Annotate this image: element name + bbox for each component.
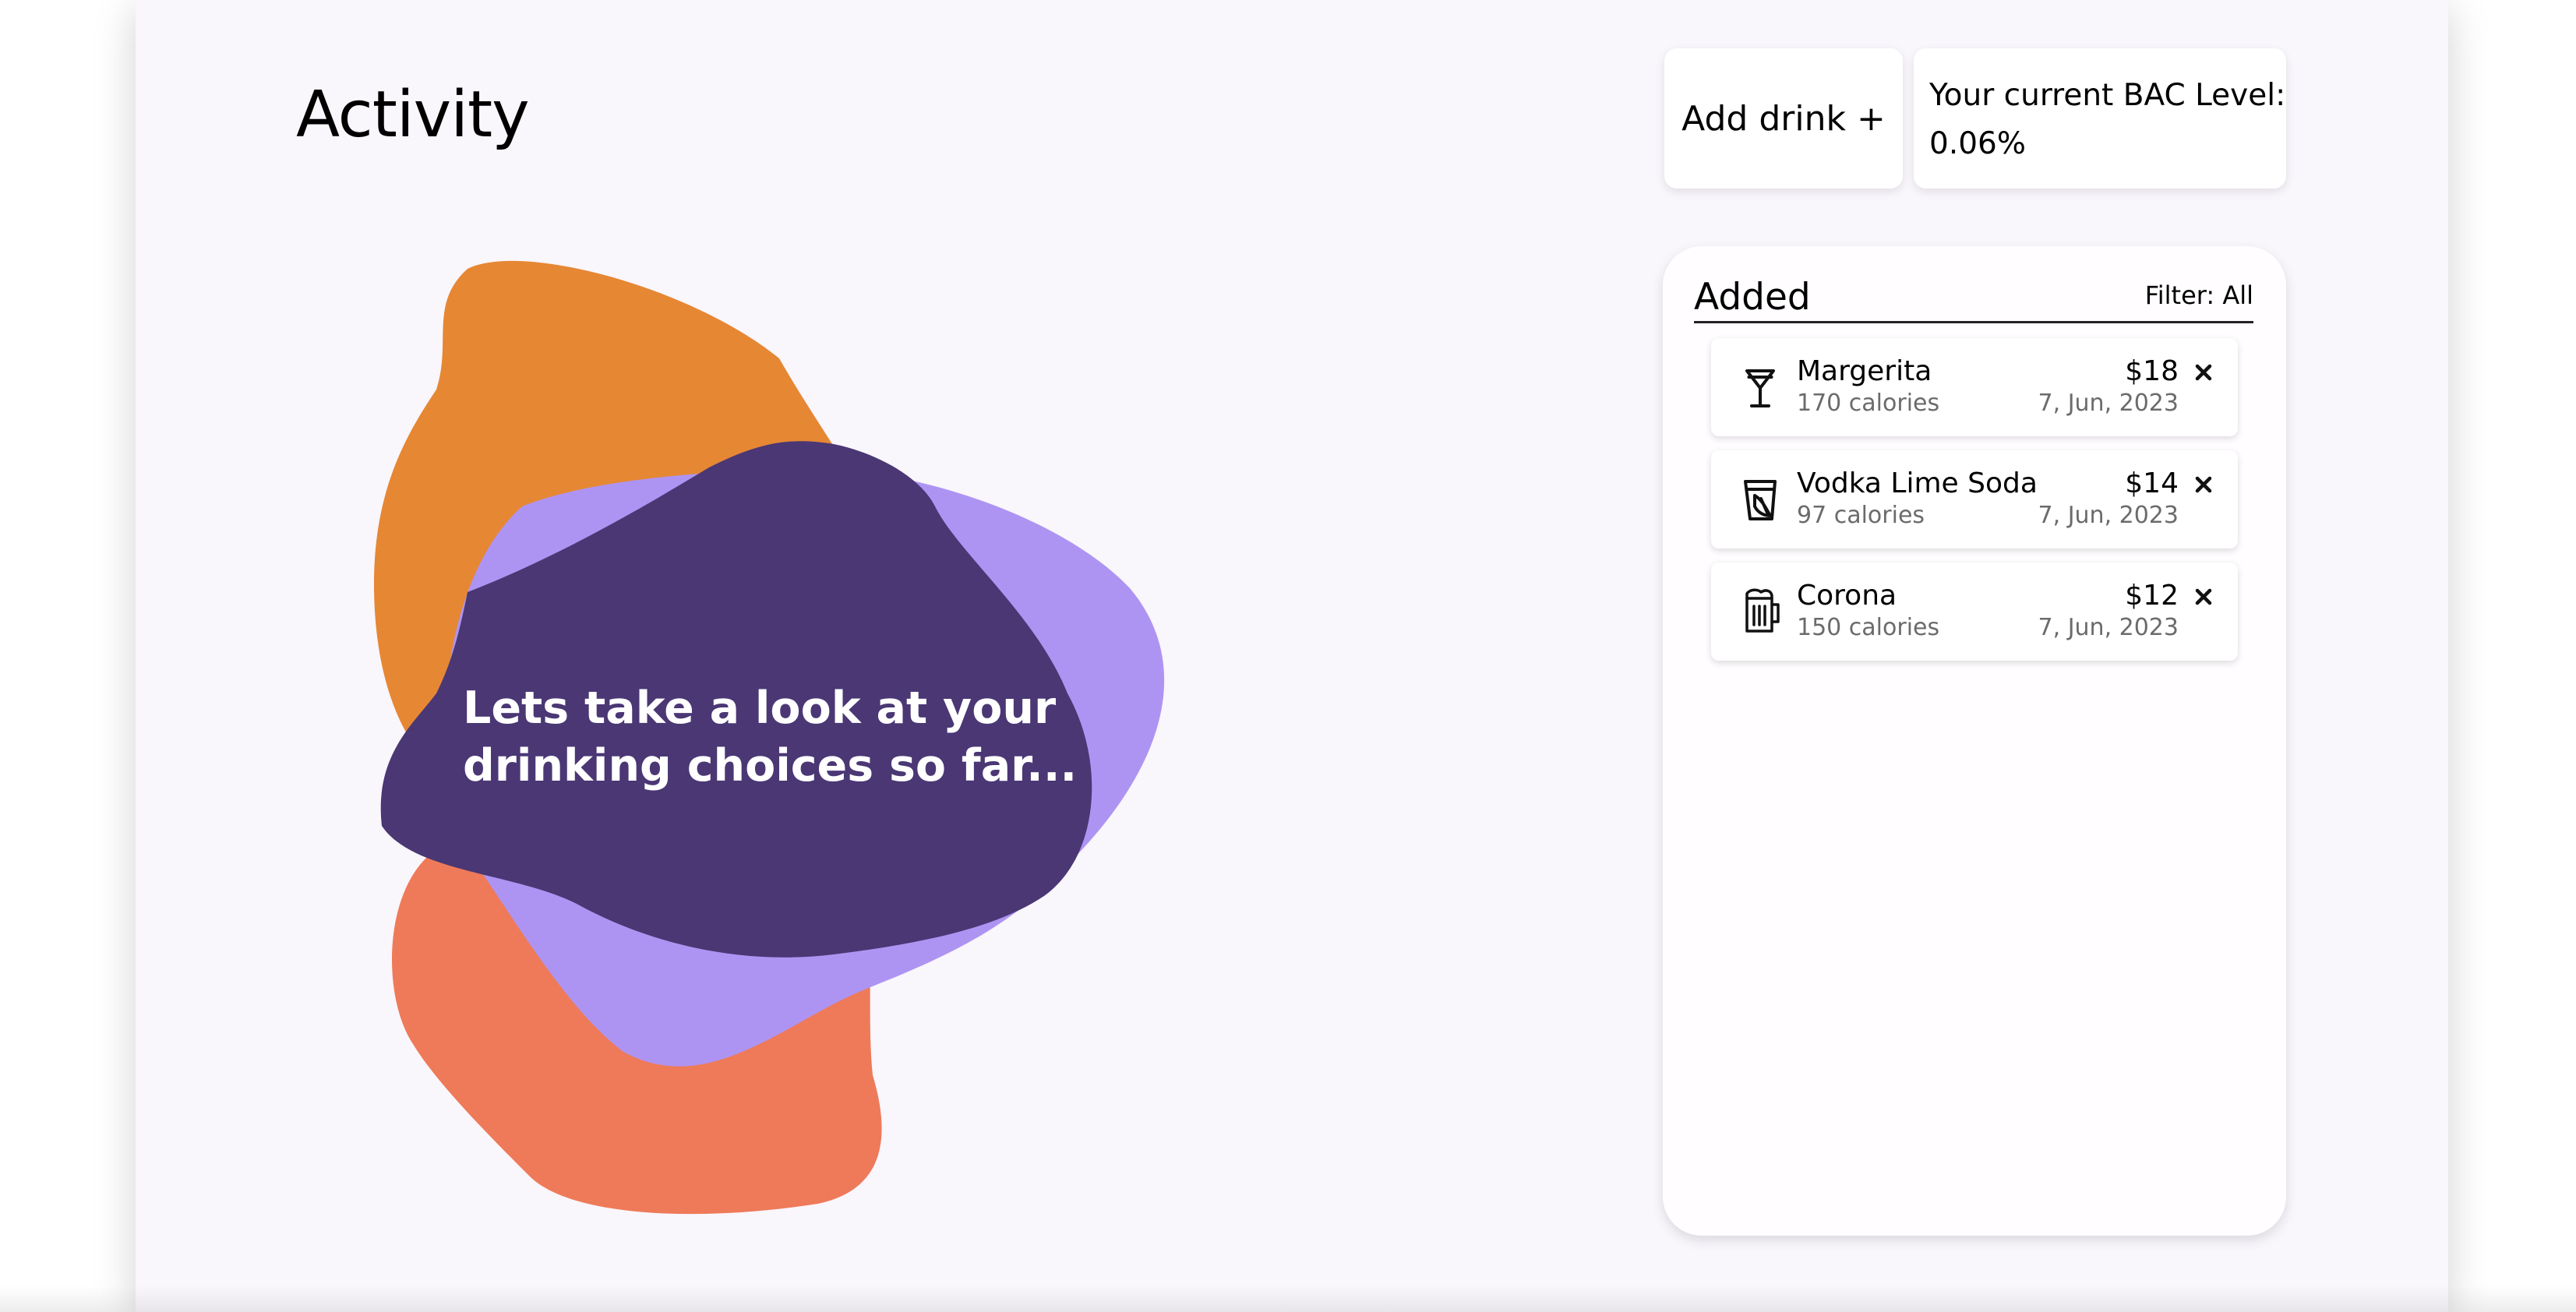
hero-message: Lets take a look at your drinking choice… <box>463 682 1078 792</box>
bac-level-card: Your current BAC Level: 0.06% <box>1914 48 2286 189</box>
drink-row-corona: Corona 150 calories $12 7, Jun, 2023 <box>1711 563 2238 661</box>
remove-drink-button[interactable] <box>2190 471 2218 499</box>
close-icon <box>2195 588 2212 605</box>
drink-calories: 97 calories <box>1797 502 1925 529</box>
added-drinks-panel: Added Filter: All Margerita 170 calories… <box>1663 246 2286 1236</box>
drink-date: 7, Jun, 2023 <box>2038 390 2179 417</box>
soda-glass-icon <box>1734 474 1786 525</box>
bac-value: 0.06% <box>1929 126 2026 161</box>
drink-calories: 150 calories <box>1797 614 1940 641</box>
drink-price: $14 <box>2125 467 2179 499</box>
drink-price: $12 <box>2125 580 2179 612</box>
add-drink-button[interactable]: Add drink + <box>1664 48 1903 189</box>
drink-name: Corona <box>1797 580 1897 612</box>
drink-calories: 170 calories <box>1797 390 1940 417</box>
remove-drink-button[interactable] <box>2190 583 2218 611</box>
drink-date: 7, Jun, 2023 <box>2038 502 2179 529</box>
drink-date: 7, Jun, 2023 <box>2038 614 2179 641</box>
drink-name: Vodka Lime Soda <box>1797 467 2038 499</box>
drink-row-margerita: Margerita 170 calories $18 7, Jun, 2023 <box>1711 338 2238 436</box>
bac-label: Your current BAC Level: <box>1929 78 2286 113</box>
cocktail-glass-icon <box>1734 362 1786 413</box>
drink-price: $18 <box>2125 355 2179 387</box>
beer-mug-icon <box>1734 586 1786 637</box>
page-title: Activity <box>296 78 530 152</box>
added-panel-title: Added <box>1694 276 1811 319</box>
drink-row-vodka-lime-soda: Vodka Lime Soda 97 calories $14 7, Jun, … <box>1711 450 2238 548</box>
bottom-shadow <box>0 1286 2576 1312</box>
remove-drink-button[interactable] <box>2190 358 2218 386</box>
drink-name: Margerita <box>1797 355 1932 387</box>
close-icon <box>2195 476 2212 493</box>
added-panel-header: Added Filter: All <box>1694 274 2253 323</box>
close-icon <box>2195 364 2212 381</box>
filter-dropdown[interactable]: Filter: All <box>2145 280 2253 310</box>
